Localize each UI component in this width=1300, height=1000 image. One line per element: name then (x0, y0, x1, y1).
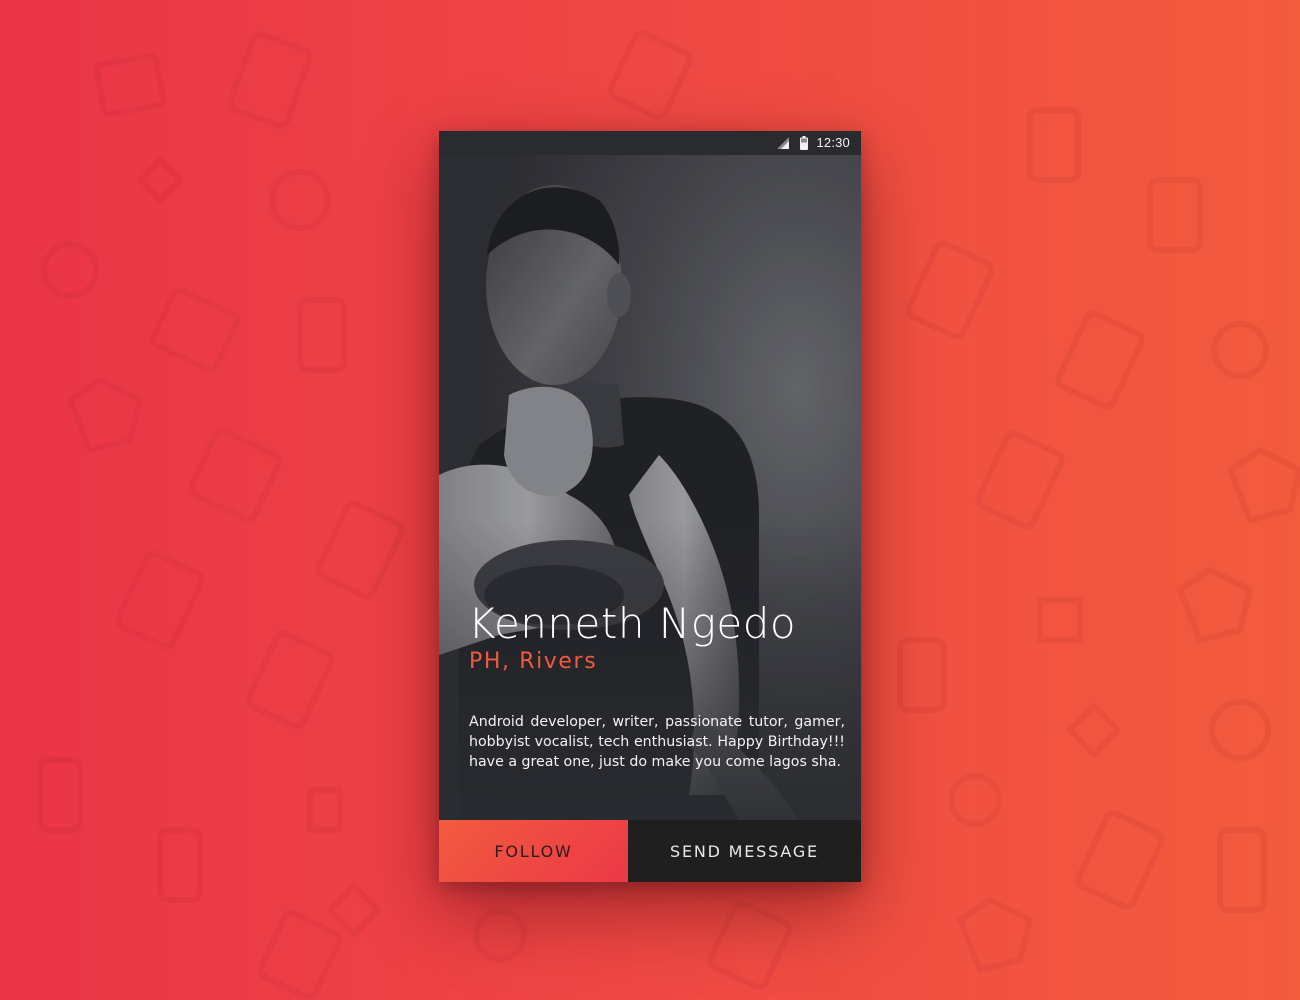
signal-icon (777, 137, 789, 149)
profile-bio: Android developer, writer, passionate tu… (469, 714, 845, 770)
profile-name: Kenneth Ngedo (468, 599, 797, 648)
status-time: 12:30 (816, 135, 850, 150)
follow-button[interactable]: FOLLOW (439, 820, 628, 882)
battery-icon (800, 136, 808, 150)
send-message-button[interactable]: SEND MESSAGE (628, 820, 861, 882)
status-bar: 12:30 (439, 131, 861, 155)
profile-location: PH, Rivers (469, 649, 598, 674)
action-bar: FOLLOW SEND MESSAGE (439, 820, 861, 882)
phone-screen: 12:30 Kenneth Ngedo PH, Rivers Android d… (439, 131, 861, 882)
